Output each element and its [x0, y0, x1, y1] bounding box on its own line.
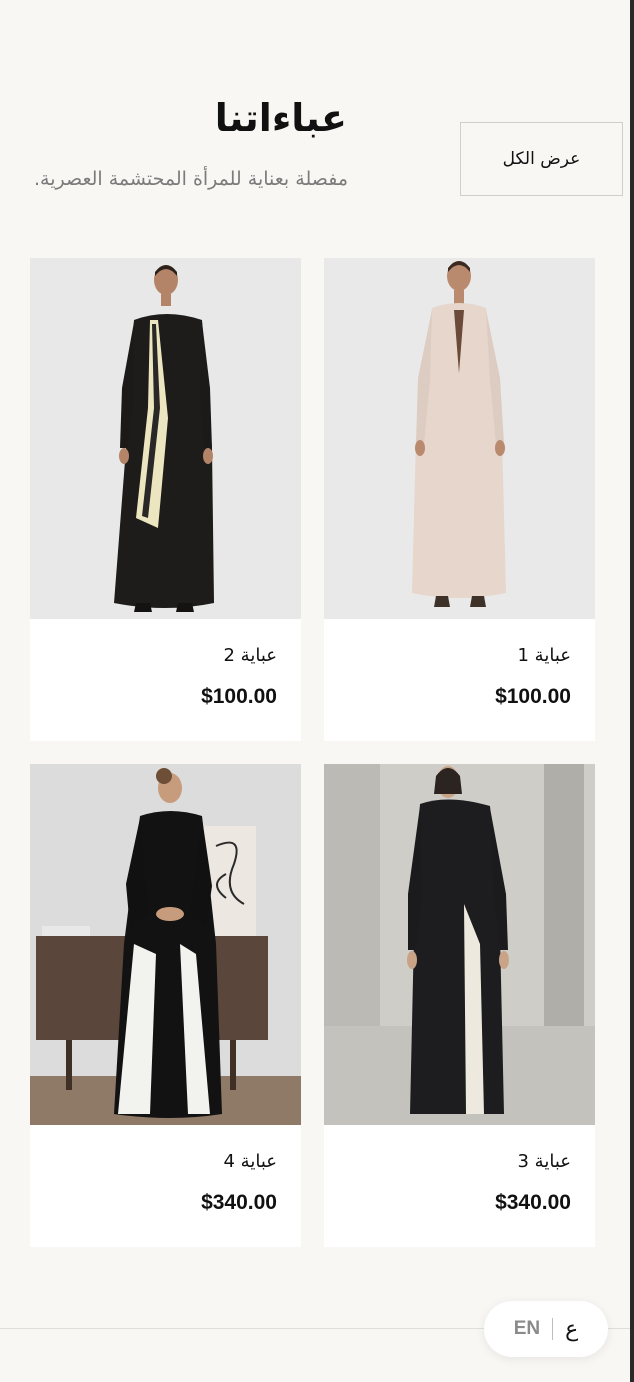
product-name[interactable]: عباية 4: [224, 1151, 278, 1172]
product-price: $100.00: [201, 685, 277, 708]
view-all-button[interactable]: عرض الكل: [460, 122, 623, 196]
product-info: عباية 4 $340.00: [30, 1125, 301, 1247]
product-card[interactable]: عباية 2 $100.00: [30, 258, 301, 741]
product-price: $340.00: [201, 1191, 277, 1214]
window-edge: [630, 0, 634, 1382]
product-info: عباية 2 $100.00: [30, 619, 301, 741]
page-title: عباءاتنا: [214, 96, 347, 140]
language-option-en[interactable]: EN: [514, 1318, 540, 1340]
product-card[interactable]: عباية 1 $100.00: [324, 258, 595, 741]
product-image[interactable]: [30, 258, 301, 619]
collection-header: عباءاتنا مفصلة بعناية للمرأة المحتشمة ال…: [30, 0, 623, 230]
product-image[interactable]: [30, 764, 301, 1125]
product-card[interactable]: عباية 3 $340.00: [324, 764, 595, 1247]
product-image[interactable]: [324, 258, 595, 619]
page-subtitle: مفصلة بعناية للمرأة المحتشمة العصرية.: [33, 168, 348, 190]
product-card[interactable]: عباية 4 $340.00: [30, 764, 301, 1247]
language-option-ar[interactable]: ع: [565, 1316, 578, 1342]
language-switcher: EN ع: [484, 1301, 608, 1357]
product-info: عباية 1 $100.00: [324, 619, 595, 741]
product-price: $340.00: [495, 1191, 571, 1214]
product-price: $100.00: [495, 685, 571, 708]
product-info: عباية 3 $340.00: [324, 1125, 595, 1247]
language-separator: [552, 1318, 554, 1340]
product-image[interactable]: [324, 764, 595, 1125]
product-name[interactable]: عباية 3: [518, 1151, 572, 1172]
product-name[interactable]: عباية 2: [224, 645, 278, 666]
product-name[interactable]: عباية 1: [518, 645, 572, 666]
